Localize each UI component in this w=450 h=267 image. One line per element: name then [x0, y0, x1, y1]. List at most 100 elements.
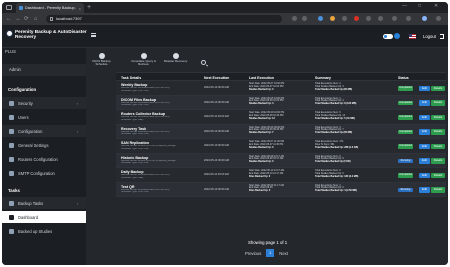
- last-execution-cell: Start Date: 2022-05-08 10:17 AM End Date:…: [249, 155, 311, 164]
- profile-avatar[interactable]: [422, 16, 427, 21]
- details-button[interactable]: Details: [431, 100, 445, 106]
- summary-line: Total Studies Backed Up: 288 (1.3 GB): [315, 145, 359, 149]
- maximize-button[interactable]: □: [418, 3, 421, 9]
- extension-icon[interactable]: [378, 16, 383, 21]
- toolbar-label: Immediate Query & Retrieve: [131, 59, 156, 67]
- logout-icon[interactable]: [440, 34, 444, 39]
- menu-toggle-icon[interactable]: [91, 33, 96, 37]
- sidebar-item-label: Backed up Studies: [18, 228, 53, 234]
- toolbar-label: PACS Backup Schedule: [92, 59, 111, 67]
- sidebar-item-routers-configuration[interactable]: Routers Configuration: [2, 153, 86, 165]
- gear-icon: [9, 128, 14, 134]
- new-tab-button[interactable]: +: [87, 3, 91, 12]
- extension-icon[interactable]: [354, 16, 359, 21]
- column-header: Status: [398, 75, 409, 80]
- next-execution: 2022-05-11 00:00 AM: [204, 173, 229, 176]
- column-header: Summary: [315, 75, 331, 80]
- extension-icon[interactable]: [366, 16, 371, 21]
- window-menu-icon[interactable]: [6, 5, 12, 10]
- shield-icon: [9, 100, 14, 106]
- sidebar-section-tasks: Tasks: [8, 188, 20, 193]
- sidebar-item-general-settings[interactable]: General Settings: [2, 139, 86, 151]
- edit-button[interactable]: Edit: [419, 100, 430, 106]
- extensions-puzzle-icon[interactable]: [392, 16, 397, 21]
- main-content: PACS Backup Schedule Immediate Query & R…: [86, 48, 448, 265]
- details-button[interactable]: Details: [431, 129, 445, 135]
- forward-button[interactable]: →: [15, 15, 21, 23]
- search-icon[interactable]: [201, 60, 206, 65]
- extension-icon[interactable]: [330, 16, 335, 21]
- pacs-backup-schedule-button[interactable]: PACS Backup Schedule: [88, 52, 115, 72]
- extension-icon[interactable]: [302, 16, 307, 21]
- next-execution: 2022-05-11 00:00 AM: [204, 115, 229, 118]
- browser-tab[interactable]: Dashboard - Perenity Backup &... ×: [16, 3, 84, 13]
- extension-icon[interactable]: [318, 16, 323, 21]
- edit-button[interactable]: Edit: [419, 85, 430, 91]
- sidebar-item-dashboard[interactable]: Dashboard: [2, 211, 86, 223]
- details-button[interactable]: Details: [431, 172, 445, 178]
- details-button[interactable]: Details: [431, 158, 445, 164]
- last-studies-count: Studies Backed Up: 0: [249, 145, 274, 149]
- details-button[interactable]: Details: [431, 187, 445, 193]
- task-details-cell: DICOM Files Backup Remote Server: ECMRDRI…: [121, 98, 201, 108]
- sidebar-item-backup-tasks[interactable]: Backup Tasks ›: [2, 197, 86, 209]
- last-execution-cell: Start Date: 2022-05-09 10:00 PM End Date:…: [249, 111, 311, 120]
- sidebar-icon[interactable]: [406, 16, 411, 21]
- status-badge: Running: [398, 187, 413, 192]
- sidebar-item-label: General Settings: [18, 142, 49, 148]
- dashboard-icon: [9, 214, 14, 220]
- app-header: Perenity Backup & AutoDisaster Recovery …: [2, 25, 448, 48]
- disaster-recovery-button[interactable]: Disaster Recovery: [162, 52, 189, 72]
- close-window-button[interactable]: ✕: [434, 3, 438, 9]
- next-page-button[interactable]: Next: [274, 251, 293, 256]
- edit-button[interactable]: Edit: [419, 187, 430, 193]
- column-header: Last Execution: [249, 75, 274, 80]
- app-logo-icon: [6, 30, 13, 37]
- sidebar-item-security[interactable]: Security ›: [2, 97, 86, 109]
- logout-link[interactable]: Logout: [423, 34, 436, 39]
- address-bar[interactable]: localhost:7397: [46, 15, 282, 23]
- app-window: Dashboard - Perenity Backup &... × + — □…: [2, 2, 448, 265]
- sidebar-item-backed-up-studies[interactable]: Backed up Studies: [2, 225, 86, 237]
- table-row: Daily Backup Remote Server: ECMRDRIVER (1…: [116, 168, 446, 183]
- back-button[interactable]: ←: [6, 15, 12, 23]
- browser-menu-icon[interactable]: [436, 16, 441, 21]
- table-row: DICOM Files Backup Remote Server: ECMRDRI…: [116, 95, 446, 110]
- page-number-button[interactable]: 1: [266, 249, 275, 257]
- extension-icon[interactable]: [292, 16, 297, 21]
- sidebar-admin[interactable]: Admin: [2, 64, 86, 76]
- summary-line: Total Studies Backed Up (60 MB): [315, 131, 353, 135]
- pagination: Previous 1 Next: [240, 249, 293, 257]
- details-button[interactable]: Details: [431, 114, 445, 120]
- edit-button[interactable]: Edit: [419, 129, 430, 135]
- last-execution-cell: Start Date: 2022-05-06 09:00 PM End Date:…: [249, 126, 311, 135]
- edit-button[interactable]: Edit: [419, 143, 430, 149]
- previous-page-button[interactable]: Previous: [240, 251, 266, 256]
- edit-button[interactable]: Edit: [419, 172, 430, 178]
- column-header: Task Details: [121, 75, 142, 80]
- immediate-query-retrieve-button[interactable]: Immediate Query & Retrieve: [130, 52, 157, 72]
- summary-line: Total Studies Backed Up: 4 (2.50 MB): [315, 189, 357, 193]
- theme-toggle-knob: [384, 35, 387, 38]
- tab-close-icon[interactable]: ×: [79, 6, 81, 11]
- status-badge: Completed: [398, 115, 413, 120]
- details-button[interactable]: Details: [431, 85, 445, 91]
- last-studies-count: Files Backed Up: 0: [249, 189, 271, 193]
- extension-icon[interactable]: [342, 16, 347, 21]
- details-button[interactable]: Details: [431, 143, 445, 149]
- theme-toggle[interactable]: [383, 34, 393, 39]
- home-button[interactable]: ⌂: [34, 15, 37, 23]
- site-info-icon[interactable]: [50, 17, 53, 21]
- sidebar-section-configuration: Configuration: [8, 87, 37, 92]
- reload-button[interactable]: ⟳: [24, 15, 29, 23]
- pagination-info: Showing page 1 of 1: [248, 240, 288, 245]
- language-flag-icon[interactable]: [409, 34, 416, 39]
- sidebar-item-configuration[interactable]: Configuration ›: [2, 125, 86, 137]
- sidebar-item-smtp-configuration[interactable]: SMTP Configuration: [2, 167, 86, 179]
- edit-button[interactable]: Edit: [419, 158, 430, 164]
- favicon-icon: [19, 6, 23, 10]
- minimize-button[interactable]: —: [402, 3, 407, 9]
- edit-button[interactable]: Edit: [419, 114, 430, 120]
- sidebar-item-users[interactable]: Users: [2, 111, 86, 123]
- sidebar-item-label: Security: [18, 100, 33, 106]
